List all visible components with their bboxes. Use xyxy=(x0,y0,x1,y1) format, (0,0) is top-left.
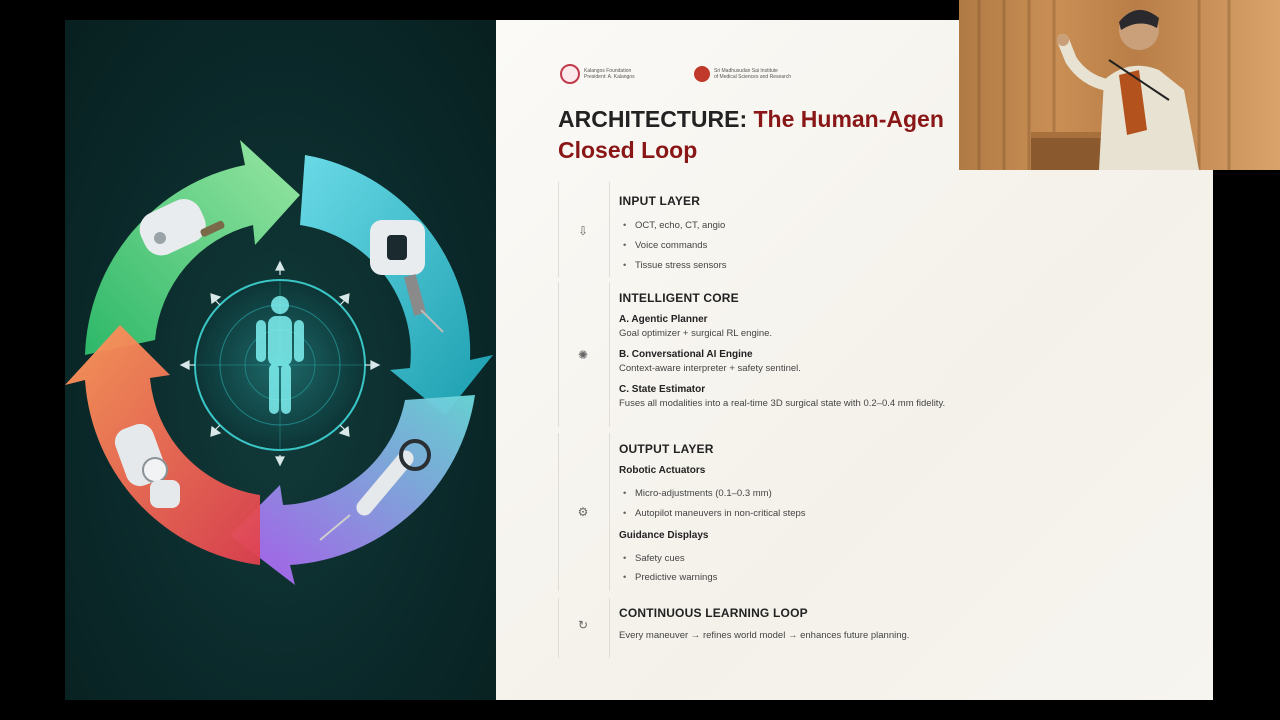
list-item: Micro-adjustments (0.1–0.3 mm) xyxy=(619,484,1213,504)
title-accent: The Human-Agen xyxy=(753,106,944,132)
logo-bar: Kalangos Foundation President: A. Kalang… xyxy=(560,64,824,84)
list-item: Predictive warnings xyxy=(619,568,1213,587)
item-heading: A. Agentic Planner xyxy=(619,314,708,325)
item-description: Context-aware interpreter + safety senti… xyxy=(619,363,801,374)
list-item: Autopilot maneuvers in non-critical step… xyxy=(619,504,1213,524)
list-item: Safety cues xyxy=(619,549,1213,568)
list-item: Voice commands xyxy=(619,236,1213,256)
section-title: INTELLIGENT CORE xyxy=(619,291,739,305)
closed-loop-diagram xyxy=(65,140,493,585)
item-description: Fuses all modalities into a real-time 3D… xyxy=(619,398,946,409)
item-heading: Robotic Actuators xyxy=(619,465,706,476)
kalangos-logo: Kalangos Foundation President: A. Kalang… xyxy=(560,64,664,84)
item-heading: Guidance Displays xyxy=(619,530,709,541)
title-prefix: ARCHITECTURE: xyxy=(558,106,754,132)
refresh-icon: ↻ xyxy=(577,618,589,632)
institute-logo: Sri Madhusudan Sai Institute of Medical … xyxy=(694,64,824,84)
loop-illustration xyxy=(65,20,496,700)
robot-arm-icon: ⚙ xyxy=(577,505,589,519)
list-item: OCT, echo, CT, angio xyxy=(619,216,1213,236)
logo-subtitle: President: A. Kalangos xyxy=(584,74,635,80)
speaker-video-icon xyxy=(977,0,1231,170)
heart-logo-icon xyxy=(560,64,580,84)
item-description: Every maneuver → refines world model → e… xyxy=(619,630,910,641)
section-title: OUTPUT LAYER xyxy=(619,442,714,456)
logo-subtitle: of Medical Sciences and Research xyxy=(714,74,791,80)
item-description: Goal optimizer + surgical RL engine. xyxy=(619,328,773,339)
download-icon: ⇩ xyxy=(577,224,589,238)
speaker-camera-overlay xyxy=(959,0,1280,170)
item-heading: B. Conversational AI Engine xyxy=(619,349,753,360)
seal-logo-icon xyxy=(694,66,710,82)
brain-icon: ✺ xyxy=(577,348,589,362)
section-title: CONTINUOUS LEARNING LOOP xyxy=(619,606,808,620)
item-heading: C. State Estimator xyxy=(619,384,706,395)
section-title: INPUT LAYER xyxy=(619,194,701,208)
list-item: Tissue stress sensors xyxy=(619,256,1213,276)
title-line2: Closed Loop xyxy=(558,137,698,163)
